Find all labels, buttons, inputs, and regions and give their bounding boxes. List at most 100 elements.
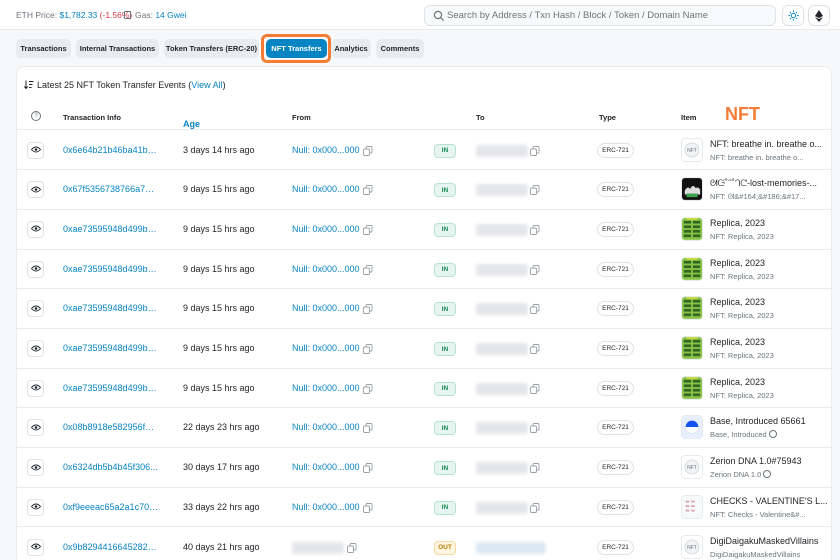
network-button[interactable] bbox=[808, 5, 830, 26]
tx-hash-link[interactable]: 0xae73595948d499b2... bbox=[63, 383, 159, 393]
copy-icon[interactable] bbox=[530, 185, 540, 196]
item-title-link[interactable]: DigiDaigakuMaskedVillains bbox=[710, 536, 831, 546]
question-icon[interactable]: ? bbox=[31, 111, 41, 121]
item-title-link[interactable]: Zerion DNA 1.0#75943 bbox=[710, 456, 831, 466]
from-address-link[interactable]: Null: 0x000...000 bbox=[292, 383, 360, 393]
tx-hash-link[interactable]: 0xae73595948d499b2... bbox=[63, 224, 159, 234]
copy-icon[interactable] bbox=[530, 224, 540, 235]
preview-eye-button[interactable] bbox=[27, 379, 44, 397]
copy-icon[interactable] bbox=[530, 145, 540, 156]
item-collection[interactable]: NFT: ᘛ&#164;&#186;&#17... bbox=[710, 192, 831, 202]
copy-icon[interactable] bbox=[363, 344, 373, 354]
tx-hash-link[interactable]: 0xae73595948d499b2... bbox=[63, 343, 159, 353]
nft-thumbnail[interactable] bbox=[681, 296, 703, 321]
item-title-link[interactable]: Replica, 2023 bbox=[710, 218, 831, 228]
copy-icon[interactable] bbox=[363, 224, 373, 235]
item-title-link[interactable]: Replica, 2023 bbox=[710, 377, 831, 387]
item-collection[interactable]: NFT: Replica, 2023 bbox=[710, 232, 831, 241]
search-box[interactable] bbox=[424, 5, 776, 26]
copy-icon[interactable] bbox=[363, 502, 373, 513]
copy-icon[interactable] bbox=[530, 383, 540, 394]
item-collection[interactable]: Base, Introduced bbox=[710, 430, 831, 439]
eth-price-value[interactable]: $1,782.33 bbox=[59, 10, 97, 20]
preview-eye-button[interactable] bbox=[27, 141, 44, 159]
copy-icon[interactable] bbox=[347, 542, 357, 553]
from-address-link[interactable]: Null: 0x000...000 bbox=[292, 343, 360, 353]
preview-eye-button[interactable] bbox=[27, 260, 44, 278]
nft-thumbnail[interactable] bbox=[681, 256, 703, 281]
preview-eye-button[interactable] bbox=[27, 459, 44, 477]
copy-icon[interactable] bbox=[530, 463, 540, 474]
from-address-link[interactable]: Null: 0x000...000 bbox=[292, 224, 360, 234]
from-address-link[interactable]: Null: 0x000...000 bbox=[292, 422, 360, 432]
copy-icon[interactable] bbox=[363, 383, 373, 394]
item-title-link[interactable]: Replica, 2023 bbox=[710, 258, 831, 268]
item-title-link[interactable]: Replica, 2023 bbox=[710, 337, 831, 347]
from-address-link[interactable]: Null: 0x000...000 bbox=[292, 303, 360, 313]
search-input[interactable] bbox=[447, 7, 772, 24]
copy-icon[interactable] bbox=[530, 423, 540, 434]
from-address-link[interactable]: Null: 0x000...000 bbox=[292, 184, 360, 194]
preview-eye-button[interactable] bbox=[27, 220, 44, 238]
nft-thumbnail[interactable] bbox=[681, 216, 703, 241]
tab-analytics[interactable]: Analytics bbox=[331, 39, 371, 58]
copy-icon[interactable] bbox=[363, 304, 373, 315]
tx-hash-link[interactable]: 0x6324db5b4b45f306... bbox=[63, 462, 159, 472]
item-collection[interactable]: NFT: breathe in. breathe o... bbox=[710, 153, 831, 162]
nft-thumbnail[interactable] bbox=[681, 494, 703, 519]
gas-value[interactable]: 14 Gwei bbox=[155, 10, 186, 20]
preview-eye-button[interactable] bbox=[27, 498, 44, 516]
preview-eye-button[interactable] bbox=[27, 300, 44, 318]
item-collection[interactable]: NFT: Replica, 2023 bbox=[710, 311, 831, 320]
copy-icon[interactable] bbox=[530, 344, 540, 354]
nft-thumbnail[interactable]: NFT bbox=[681, 455, 703, 480]
from-address-link[interactable]: Null: 0x000...000 bbox=[292, 145, 360, 155]
copy-icon[interactable] bbox=[530, 264, 540, 275]
copy-icon[interactable] bbox=[530, 304, 540, 315]
preview-eye-button[interactable] bbox=[27, 340, 44, 357]
col-age[interactable]: Age bbox=[183, 119, 200, 129]
item-title-link[interactable]: Base, Introduced 65661 bbox=[710, 416, 831, 426]
item-title-link[interactable]: ᘛᙍ˚ᐢ˚ᘃᘧ-lost-memories-... bbox=[710, 178, 831, 189]
tab-internal-transactions[interactable]: Internal Transactions bbox=[76, 39, 159, 58]
preview-eye-button[interactable] bbox=[27, 538, 44, 556]
item-collection[interactable]: NFT: Replica, 2023 bbox=[710, 351, 831, 360]
nft-thumbnail[interactable] bbox=[681, 375, 703, 400]
preview-eye-button[interactable] bbox=[27, 419, 44, 437]
tab-transactions[interactable]: Transactions bbox=[16, 39, 71, 58]
item-collection[interactable]: NFT: Checks - Valentine&#... bbox=[710, 510, 831, 519]
copy-icon[interactable] bbox=[363, 264, 373, 275]
item-collection[interactable]: DigiDaigakuMaskedVillains bbox=[710, 550, 831, 559]
tx-hash-link[interactable]: 0xae73595948d499b2... bbox=[63, 303, 159, 313]
view-all-link[interactable]: View All bbox=[191, 80, 222, 90]
tx-hash-link[interactable]: 0x6e64b21b46ba41b7... bbox=[63, 145, 159, 155]
to-address-redacted[interactable] bbox=[476, 541, 546, 554]
item-title-link[interactable]: NFT: breathe in. breathe o... bbox=[710, 139, 831, 149]
tx-hash-link[interactable]: 0xae73595948d499b2... bbox=[63, 264, 159, 274]
item-collection[interactable]: Zerion DNA 1.0 bbox=[710, 470, 831, 479]
tab-token-transfers[interactable]: Token Transfers (ERC-20) bbox=[164, 39, 259, 58]
tx-hash-link[interactable]: 0x67f5356738766a76b... bbox=[63, 184, 159, 194]
nft-thumbnail[interactable]: NFT bbox=[681, 534, 703, 559]
nft-thumbnail[interactable] bbox=[681, 415, 703, 440]
theme-toggle-button[interactable] bbox=[782, 5, 804, 26]
copy-icon[interactable] bbox=[363, 145, 373, 156]
item-title-link[interactable]: CHECKS - VALENTINE'S L... bbox=[710, 496, 831, 506]
nft-thumbnail[interactable] bbox=[681, 336, 703, 360]
tx-hash-link[interactable]: 0xf9eeeac65a2a1c702... bbox=[63, 502, 159, 512]
copy-icon[interactable] bbox=[530, 502, 540, 513]
from-address-link[interactable]: Null: 0x000...000 bbox=[292, 462, 360, 472]
copy-icon[interactable] bbox=[363, 463, 373, 474]
copy-icon[interactable] bbox=[363, 185, 373, 196]
preview-eye-button[interactable] bbox=[27, 181, 44, 199]
item-collection[interactable]: NFT: Replica, 2023 bbox=[710, 391, 831, 400]
item-title-link[interactable]: Replica, 2023 bbox=[710, 297, 831, 307]
tx-hash-link[interactable]: 0x9b82944166452823... bbox=[63, 542, 159, 552]
from-address-link[interactable]: Null: 0x000...000 bbox=[292, 264, 360, 274]
from-address-link[interactable]: Null: 0x000...000 bbox=[292, 502, 360, 512]
item-collection[interactable]: NFT: Replica, 2023 bbox=[710, 272, 831, 281]
nft-thumbnail[interactable] bbox=[681, 177, 703, 202]
copy-icon[interactable] bbox=[363, 423, 373, 434]
tx-hash-link[interactable]: 0x08b8918e582956f09... bbox=[63, 422, 159, 432]
nft-thumbnail[interactable]: NFT bbox=[681, 137, 703, 162]
